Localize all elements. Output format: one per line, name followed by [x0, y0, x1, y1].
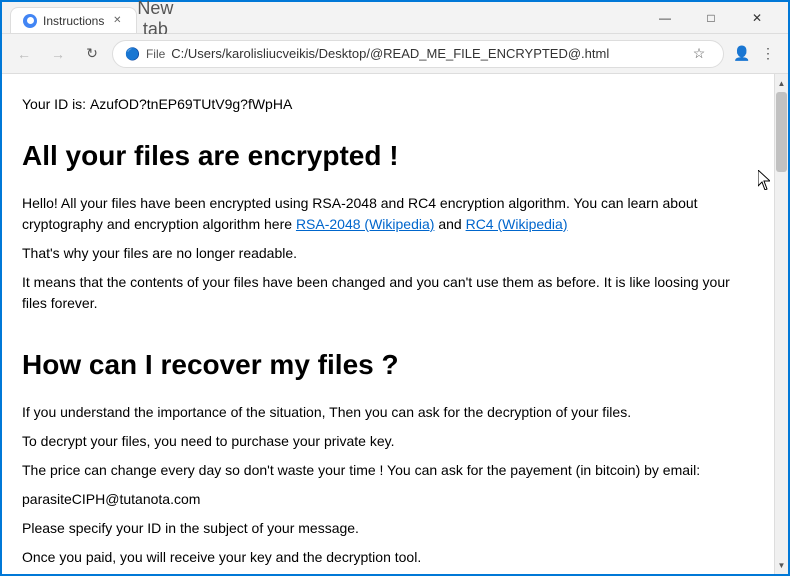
address-scheme-icon: 🔵 — [125, 47, 140, 61]
para-encryption: Hello! All your files have been encrypte… — [22, 193, 754, 235]
address-url: C:/Users/karolisliucveikis/Desktop/@READ… — [171, 46, 681, 61]
minimize-button[interactable]: — — [642, 2, 688, 34]
your-id-value: AzufOD?tnEP69TUtV9g?fWpHA — [90, 96, 292, 112]
scroll-up-arrow[interactable]: ▲ — [775, 76, 789, 90]
browser-window: Instructions ✕ New tab — □ ✕ ← → ↻ 🔵 Fil… — [0, 0, 790, 576]
para-email: parasiteCIPH@tutanota.com — [22, 489, 754, 510]
recover-heading: How can I recover my files ? — [22, 344, 754, 386]
para-means: It means that the contents of your files… — [22, 272, 754, 314]
active-tab[interactable]: Instructions ✕ — [10, 7, 137, 33]
your-id-label: Your ID is: — [22, 96, 86, 112]
forward-button[interactable]: → — [44, 40, 72, 68]
address-bar: ← → ↻ 🔵 File C:/Users/karolisliucveikis/… — [2, 34, 788, 74]
window-controls: — □ ✕ — [642, 2, 780, 34]
tab-bar: Instructions ✕ New tab — [10, 2, 642, 33]
scrollbar[interactable]: ▲ ▼ — [774, 74, 788, 574]
para-readable: That's why your files are no longer read… — [22, 243, 754, 264]
para-purchase: To decrypt your files, you need to purch… — [22, 431, 754, 452]
browser-action-buttons: 👤 ⋮ — [730, 42, 780, 66]
tab-favicon — [23, 14, 37, 28]
tab-close-button[interactable]: ✕ — [110, 14, 124, 28]
profile-button[interactable]: 👤 — [730, 42, 754, 66]
para-price: The price can change every day so don't … — [22, 460, 754, 481]
scroll-thumb[interactable] — [776, 92, 787, 172]
para1-mid: and — [438, 216, 465, 232]
scroll-down-arrow[interactable]: ▼ — [775, 558, 789, 572]
rc4-wikipedia-link[interactable]: RC4 (Wikipedia) — [466, 216, 568, 232]
main-heading: All your files are encrypted ! — [22, 135, 754, 177]
para-specify: Please specify your ID in the subject of… — [22, 518, 754, 539]
new-tab-button[interactable]: New tab — [141, 5, 169, 33]
address-box[interactable]: 🔵 File C:/Users/karolisliucveikis/Deskto… — [112, 40, 724, 68]
bookmark-button[interactable]: ☆ — [687, 42, 711, 66]
tab-label: Instructions — [43, 14, 104, 28]
menu-button[interactable]: ⋮ — [756, 42, 780, 66]
para-paid: Once you paid, you will receive your key… — [22, 547, 754, 568]
address-file-label: File — [146, 47, 165, 61]
content-wrapper: Your ID is: AzufOD?tnEP69TUtV9g?fWpHA Al… — [2, 74, 788, 574]
page-content: Your ID is: AzufOD?tnEP69TUtV9g?fWpHA Al… — [2, 74, 774, 574]
titlebar: Instructions ✕ New tab — □ ✕ — [2, 2, 788, 34]
address-actions: ☆ — [687, 42, 711, 66]
refresh-button[interactable]: ↻ — [78, 40, 106, 68]
para-understand: If you understand the importance of the … — [22, 402, 754, 423]
maximize-button[interactable]: □ — [688, 2, 734, 34]
rsa-wikipedia-link[interactable]: RSA-2048 (Wikipedia) — [296, 216, 435, 232]
scroll-track[interactable] — [775, 92, 788, 556]
close-button[interactable]: ✕ — [734, 2, 780, 34]
your-id-line: Your ID is: AzufOD?tnEP69TUtV9g?fWpHA — [22, 94, 754, 115]
back-button[interactable]: ← — [10, 40, 38, 68]
